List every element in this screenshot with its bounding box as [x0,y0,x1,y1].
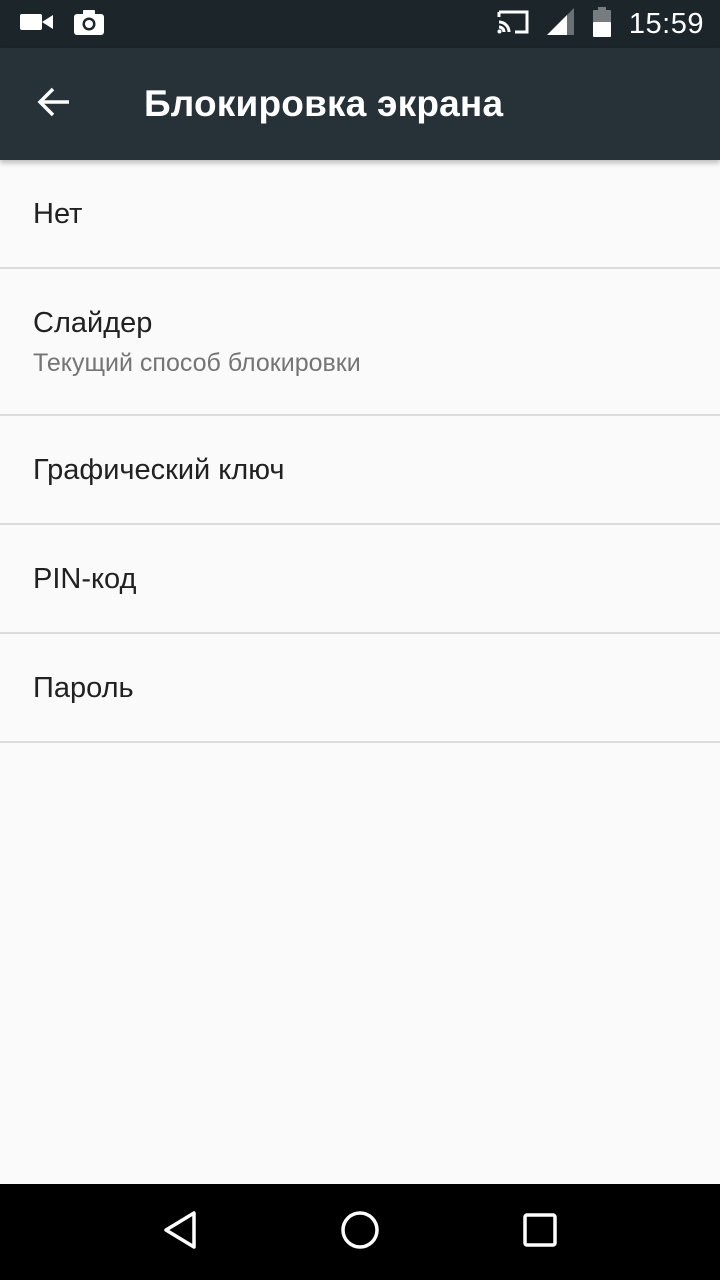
status-right-icons: 15:59 [497,0,704,48]
cast-icon [497,9,529,40]
list-item-title: PIN-код [33,563,137,595]
list-item-password[interactable]: Пароль [0,634,720,743]
back-triangle-icon [162,1210,198,1255]
signal-icon [546,7,575,41]
page-title: Блокировка экрана [144,83,504,124]
list-item-slider[interactable]: Слайдер Текущий способ блокировки [0,269,720,416]
list-item-pin[interactable]: PIN-код [0,525,720,634]
list-item-pattern[interactable]: Графический ключ [0,416,720,525]
back-button[interactable] [22,74,86,134]
list-item-subtitle: Текущий способ блокировки [33,349,361,377]
nav-home-button[interactable] [328,1200,392,1264]
list-item-none[interactable]: Нет [0,160,720,269]
navigation-bar [0,1184,720,1280]
nav-recents-button[interactable] [508,1200,572,1264]
list-item-title: Слайдер [33,307,153,339]
home-circle-icon [340,1210,380,1255]
battery-icon [592,6,611,42]
status-time: 15:59 [628,7,704,40]
lock-method-list: Нет Слайдер Текущий способ блокировки Гр… [0,160,720,743]
arrow-back-icon [37,87,71,122]
status-bar: 15:59 [0,0,720,48]
status-left-icons [20,0,104,48]
video-camera-icon [20,12,54,37]
list-item-title: Пароль [33,672,134,704]
recents-square-icon [522,1212,558,1253]
camera-icon [74,9,104,40]
list-item-title: Графический ключ [33,454,285,486]
app-bar: Блокировка экрана [0,48,720,160]
nav-back-button[interactable] [148,1200,212,1264]
list-item-title: Нет [33,198,83,230]
